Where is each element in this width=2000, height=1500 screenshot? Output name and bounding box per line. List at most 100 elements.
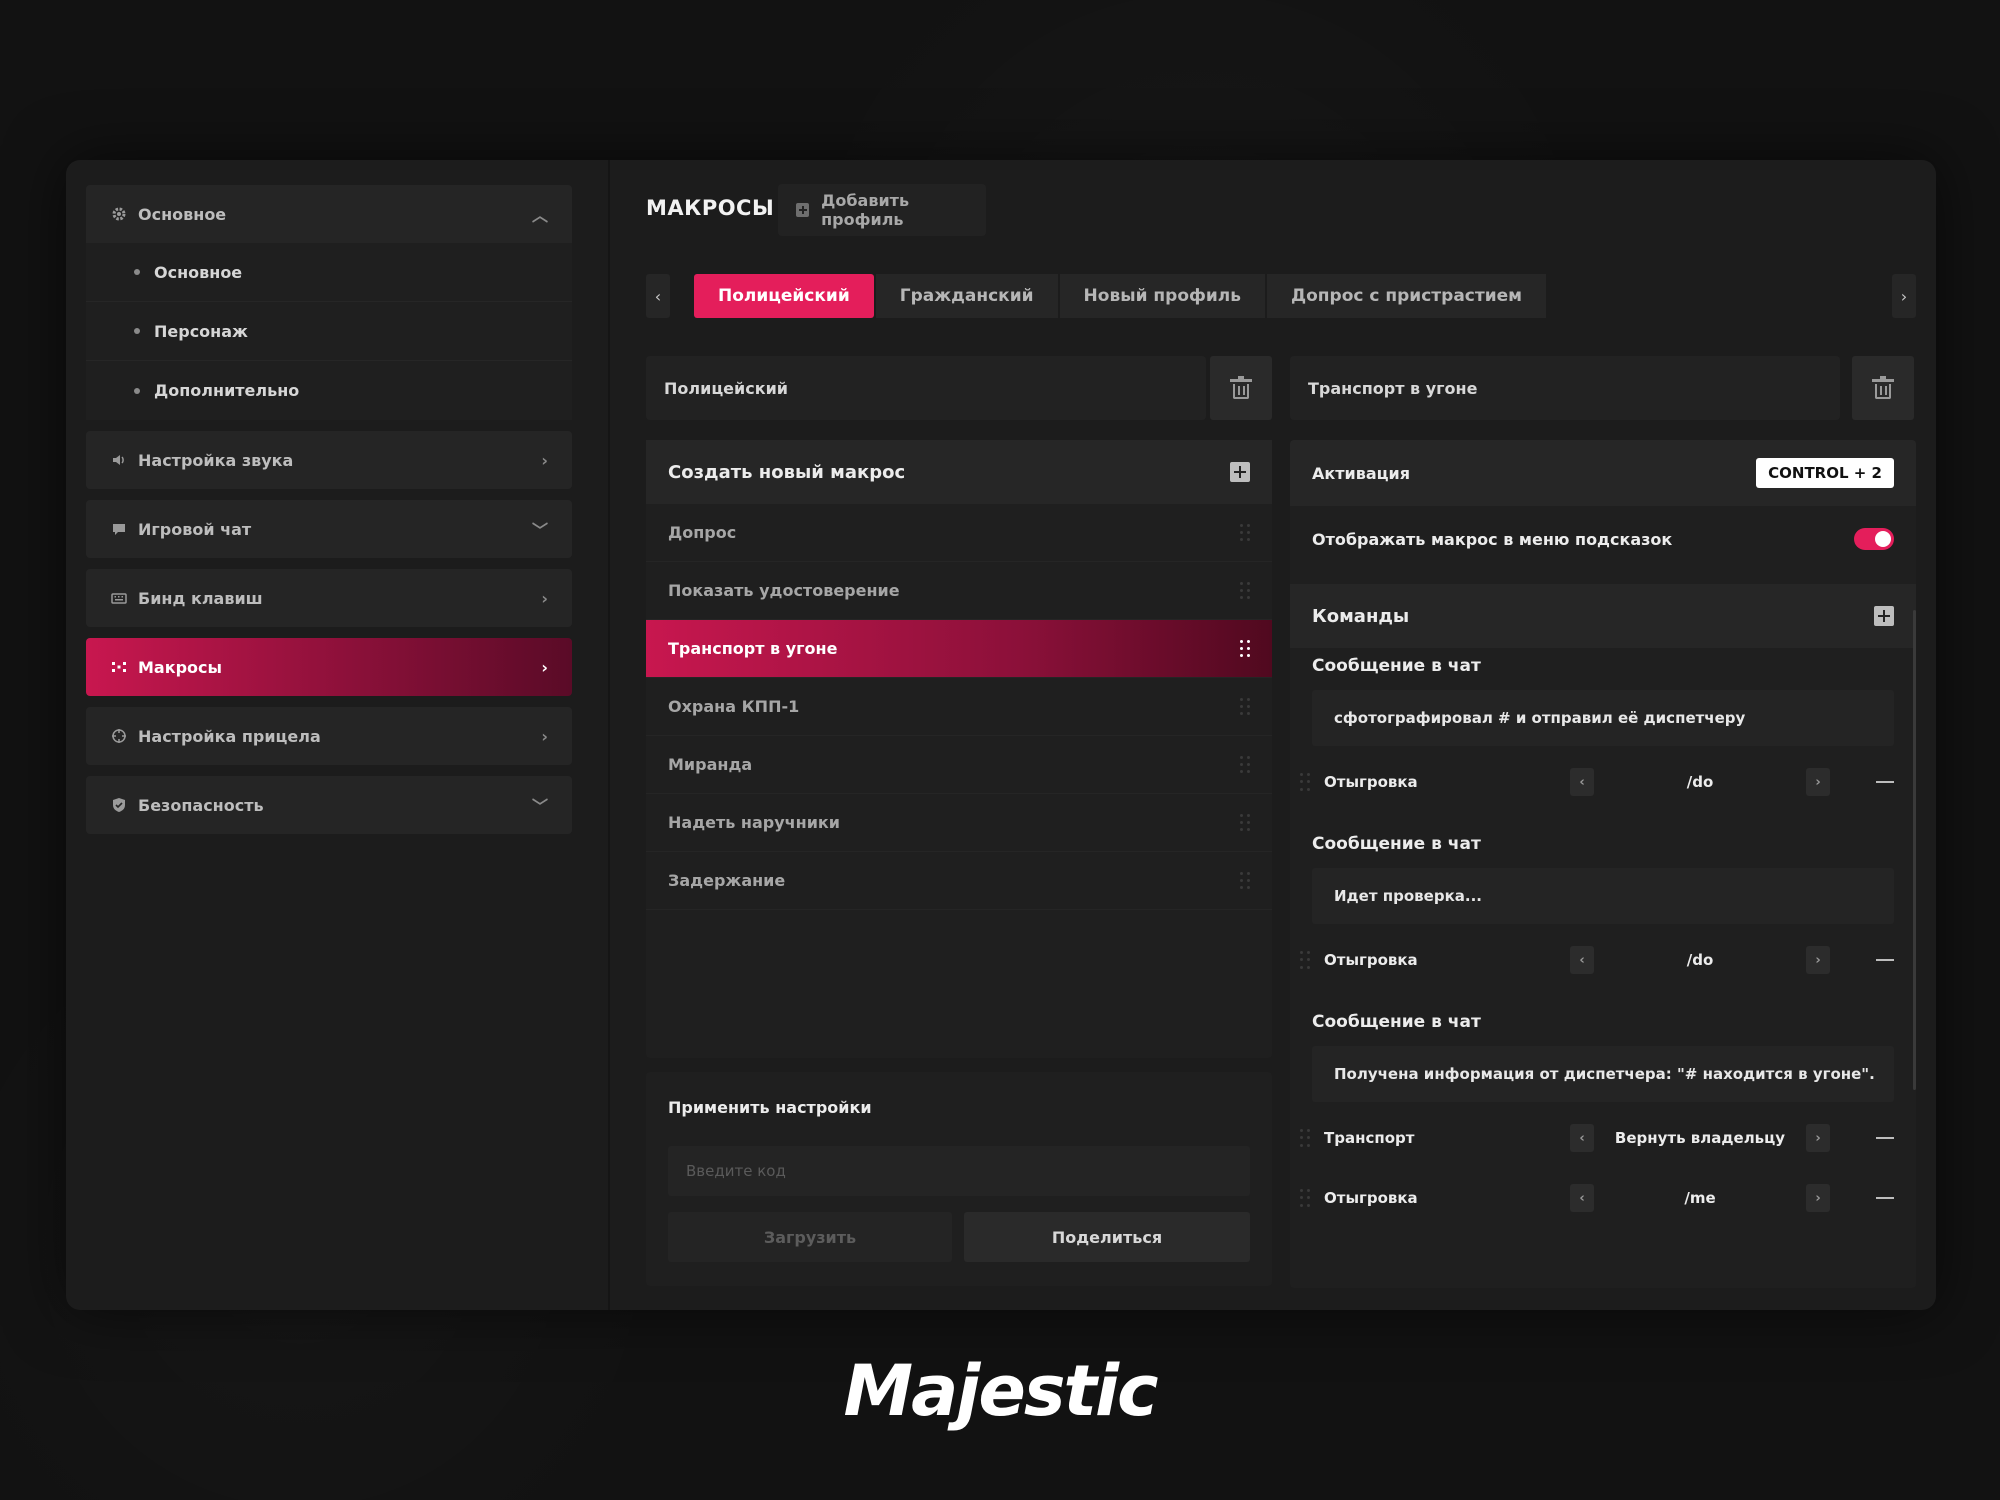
sidebar-section-sound[interactable]: Настройка звука › — [86, 431, 572, 489]
drag-handle-icon[interactable] — [1240, 523, 1250, 542]
drag-handle-icon[interactable] — [1240, 639, 1250, 658]
macro-list-item[interactable]: Показать удостоверение — [646, 562, 1272, 620]
sidebar-item-label: Дополнительно — [154, 381, 300, 400]
sidebar-item-character[interactable]: Персонаж — [86, 302, 572, 361]
remove-command-icon[interactable] — [1876, 781, 1894, 783]
sidebar-item-advanced[interactable]: Дополнительно — [86, 361, 572, 420]
tab-new-profile[interactable]: Новый профиль — [1059, 274, 1265, 318]
drag-handle-icon[interactable] — [1240, 581, 1250, 600]
macro-list-item[interactable]: Надеть наручники — [646, 794, 1272, 852]
delete-macro-button[interactable] — [1852, 356, 1914, 420]
chevron-left-icon: ‹ — [654, 286, 662, 306]
drag-handle-icon[interactable] — [1300, 773, 1310, 791]
sidebar-section-label: Макросы — [138, 657, 222, 677]
hotkey-badge[interactable]: CONTROL + 2 — [1756, 458, 1894, 488]
add-command-icon[interactable] — [1874, 606, 1894, 626]
remove-command-icon[interactable] — [1876, 1137, 1894, 1139]
macro-list-item[interactable]: Охрана КПП-1 — [646, 678, 1272, 736]
create-macro-button[interactable]: Создать новый макрос — [646, 440, 1272, 504]
prev-option-button[interactable]: ‹ — [1570, 1184, 1594, 1212]
chat-icon — [110, 520, 128, 538]
activation-row: Активация CONTROL + 2 — [1290, 440, 1916, 506]
sidebar-section-keybind[interactable]: Бинд клавиш › — [86, 569, 572, 627]
drag-handle-icon[interactable] — [1240, 813, 1250, 832]
prev-option-button[interactable]: ‹ — [1570, 768, 1594, 796]
macro-name-field[interactable]: Транспорт в угоне — [1290, 356, 1840, 420]
macro-list-item[interactable]: Допрос — [646, 504, 1272, 562]
sidebar-section-label: Настройка звука — [138, 450, 294, 470]
macro-detail-panel: Активация CONTROL + 2 Отображать макрос … — [1290, 440, 1916, 1288]
sidebar-item-main[interactable]: Основное — [86, 243, 572, 302]
command-label: Сообщение в чат — [1312, 834, 1481, 854]
macro-list-item[interactable]: Транспорт в угоне — [646, 620, 1272, 678]
chevron-right-icon: › — [541, 450, 548, 470]
page-title: МАКРОСЫ — [646, 196, 775, 220]
delete-profile-button[interactable] — [1210, 356, 1272, 420]
command-label: Транспорт — [1324, 1129, 1415, 1147]
chat-command: Сообщение в чат Получена информация от ди… — [1290, 1004, 1916, 1102]
select-command: Отыгровка ‹ /me › — [1290, 1168, 1916, 1228]
drag-handle-icon[interactable] — [1300, 1189, 1310, 1207]
activation-label: Активация — [1312, 463, 1410, 483]
code-input[interactable] — [668, 1146, 1250, 1196]
sidebar-section-main[interactable]: Основное ︿ — [86, 185, 572, 243]
command-label: Отыгровка — [1324, 951, 1418, 969]
chevron-down-icon: ﹀ — [531, 521, 548, 540]
macro-item-label: Допрос — [668, 523, 737, 542]
drag-handle-icon[interactable] — [1240, 755, 1250, 774]
chat-message-input[interactable]: Идет проверка... — [1312, 868, 1894, 924]
plus-icon — [796, 203, 810, 217]
chat-message-input[interactable]: Получена информация от диспетчера: "# на… — [1312, 1046, 1894, 1102]
next-option-button[interactable]: › — [1806, 1184, 1830, 1212]
drag-handle-icon[interactable] — [1300, 1129, 1310, 1147]
commands-label: Команды — [1312, 605, 1410, 627]
profile-tabs: Полицейский Гражданский Новый профиль До… — [694, 274, 1548, 318]
chevron-up-icon: ︿ — [531, 206, 548, 225]
plus-icon — [1230, 462, 1250, 482]
tab-interrogation[interactable]: Допрос с пристрастием — [1266, 274, 1547, 318]
remove-command-icon[interactable] — [1876, 1197, 1894, 1199]
macro-item-label: Миранда — [668, 755, 753, 774]
macro-list-item[interactable]: Миранда — [646, 736, 1272, 794]
macro-item-label: Охрана КПП-1 — [668, 697, 800, 716]
drag-handle-icon[interactable] — [1240, 697, 1250, 716]
shield-icon — [110, 796, 128, 814]
next-option-button[interactable]: › — [1806, 946, 1830, 974]
show-hint-toggle[interactable] — [1854, 528, 1894, 550]
share-button[interactable]: Поделиться — [964, 1212, 1250, 1262]
tab-police[interactable]: Полицейский — [694, 274, 874, 318]
tabs-prev-button[interactable]: ‹ — [646, 274, 670, 318]
remove-command-icon[interactable] — [1876, 959, 1894, 961]
add-profile-button[interactable]: Добавить профиль — [778, 184, 986, 236]
sidebar-section-macros[interactable]: Макросы › — [86, 638, 572, 696]
apply-settings-panel: Применить настройки Загрузить Поделиться — [646, 1072, 1272, 1286]
macro-items: Допрос Показать удостоверение Транспорт в … — [646, 504, 1272, 910]
next-option-button[interactable]: › — [1806, 1124, 1830, 1152]
chevron-right-icon: › — [1900, 286, 1908, 306]
macro-name: Транспорт в угоне — [1308, 378, 1478, 398]
profile-name-field[interactable]: Полицейский — [646, 356, 1206, 420]
drag-handle-icon[interactable] — [1300, 951, 1310, 969]
sidebar-section-crosshair[interactable]: Настройка прицела › — [86, 707, 572, 765]
command-label: Отыгровка — [1324, 1189, 1418, 1207]
chat-message-input[interactable]: сфотографировал # и отправил её диспетче… — [1312, 690, 1894, 746]
profile-name: Полицейский — [664, 378, 788, 398]
chat-command: Сообщение в чат Идет проверка... — [1290, 826, 1916, 924]
sidebar-section-chat[interactable]: Игровой чат ﹀ — [86, 500, 572, 558]
chat-command: Сообщение в чат сфотографировал # и отпра… — [1290, 648, 1916, 746]
load-button[interactable]: Загрузить — [668, 1212, 952, 1262]
macro-list-item[interactable]: Задержание — [646, 852, 1272, 910]
commands-scrollbar[interactable] — [1913, 610, 1916, 1090]
chevron-right-icon: › — [541, 588, 548, 608]
select-command: Отыгровка ‹ /do › — [1290, 930, 1916, 990]
next-option-button[interactable]: › — [1806, 768, 1830, 796]
trash-icon — [1230, 376, 1252, 399]
drag-handle-icon[interactable] — [1240, 871, 1250, 890]
tab-civilian[interactable]: Гражданский — [875, 274, 1058, 318]
sidebar-section-security[interactable]: Безопасность ﹀ — [86, 776, 572, 834]
option-value: /do — [1686, 773, 1714, 791]
prev-option-button[interactable]: ‹ — [1570, 946, 1594, 974]
sidebar-item-label: Персонаж — [154, 321, 248, 341]
prev-option-button[interactable]: ‹ — [1570, 1124, 1594, 1152]
tabs-next-button[interactable]: › — [1892, 274, 1916, 318]
